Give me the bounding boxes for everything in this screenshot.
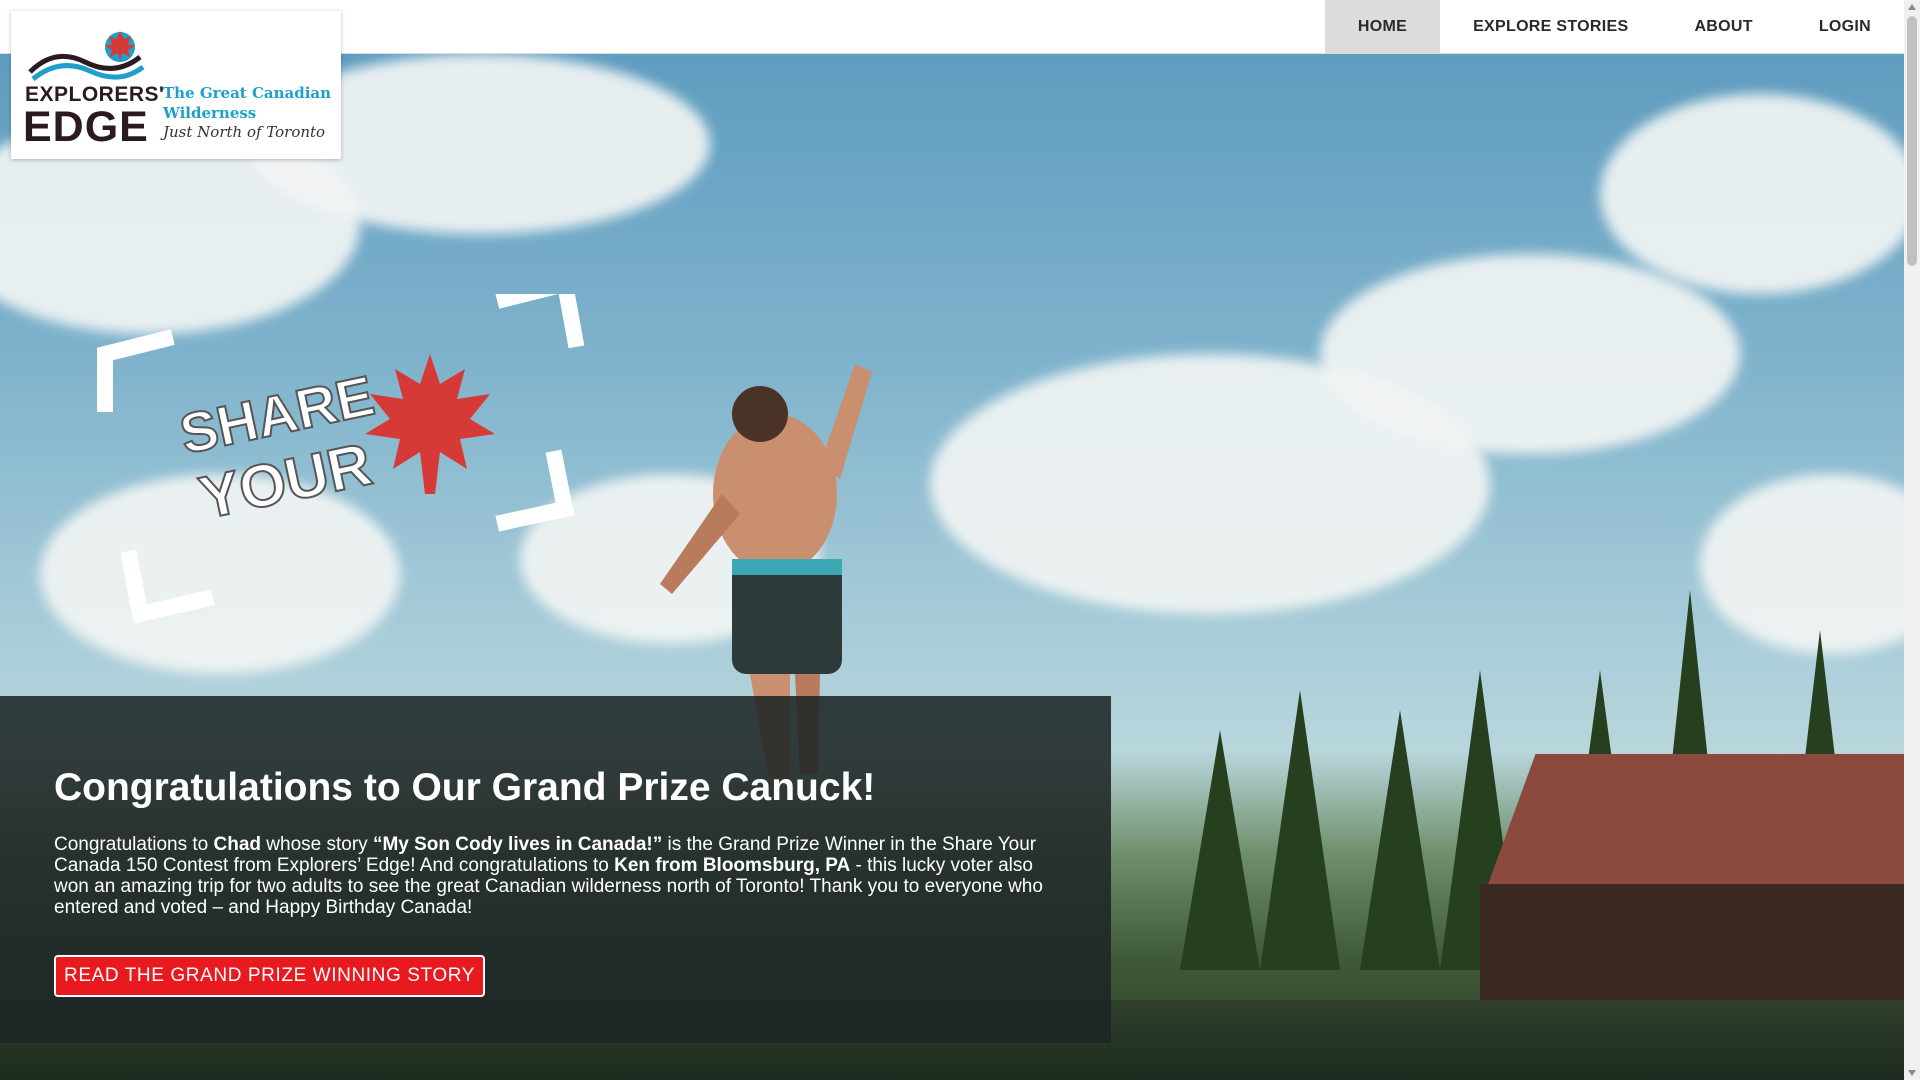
tree xyxy=(1360,710,1440,970)
scroll-thumb[interactable] xyxy=(1907,16,1917,266)
brand-subtagline: Just North of Toronto xyxy=(163,123,326,141)
site-logo[interactable]: EXPLORERS' EDGE The Great Canadian Wilde… xyxy=(11,11,341,159)
nav-explore-stories[interactable]: EXPLORE STORIES xyxy=(1440,0,1661,54)
cloud xyxy=(1320,254,1740,454)
announcement-body: Congratulations to Chad whose story “My … xyxy=(54,834,1054,918)
body-bold: Ken from Bloomsburg, PA xyxy=(614,855,851,876)
announcement-heading: Congratulations to Our Grand Prize Canuc… xyxy=(54,766,876,809)
scroll-down-icon[interactable] xyxy=(1908,1070,1916,1076)
nav-about[interactable]: ABOUT xyxy=(1661,0,1785,54)
cloud xyxy=(1700,474,1904,654)
body-text: Congratulations to xyxy=(54,834,214,855)
page-scrollbar[interactable] xyxy=(1904,0,1920,1080)
announcement-panel: Congratulations to Our Grand Prize Canuc… xyxy=(0,696,1111,1043)
brand-name-bottom: EDGE xyxy=(23,103,149,151)
tree xyxy=(1180,730,1260,970)
read-winning-story-button[interactable]: READ THE GRAND PRIZE WINNING STORY xyxy=(54,955,486,997)
share-your-graphic: SHARE YOUR xyxy=(97,294,585,624)
body-bold: Chad xyxy=(213,834,262,855)
body-bold: “My Son Cody lives in Canada!” xyxy=(372,834,663,855)
scroll-up-icon[interactable] xyxy=(1908,4,1916,10)
logo-wave-icon xyxy=(28,31,145,81)
tree xyxy=(1260,690,1340,970)
nav-home[interactable]: HOME xyxy=(1324,0,1441,54)
nav-login[interactable]: LOGIN xyxy=(1786,0,1904,54)
lodge-roof xyxy=(1484,754,1904,894)
cloud xyxy=(1600,94,1904,294)
brand-tagline: The Great Canadian Wilderness xyxy=(163,84,332,122)
main-nav: HOME EXPLORE STORIES ABOUT LOGIN xyxy=(1324,0,1904,54)
body-text: whose story xyxy=(261,834,373,855)
maple-leaf-icon xyxy=(365,354,495,494)
